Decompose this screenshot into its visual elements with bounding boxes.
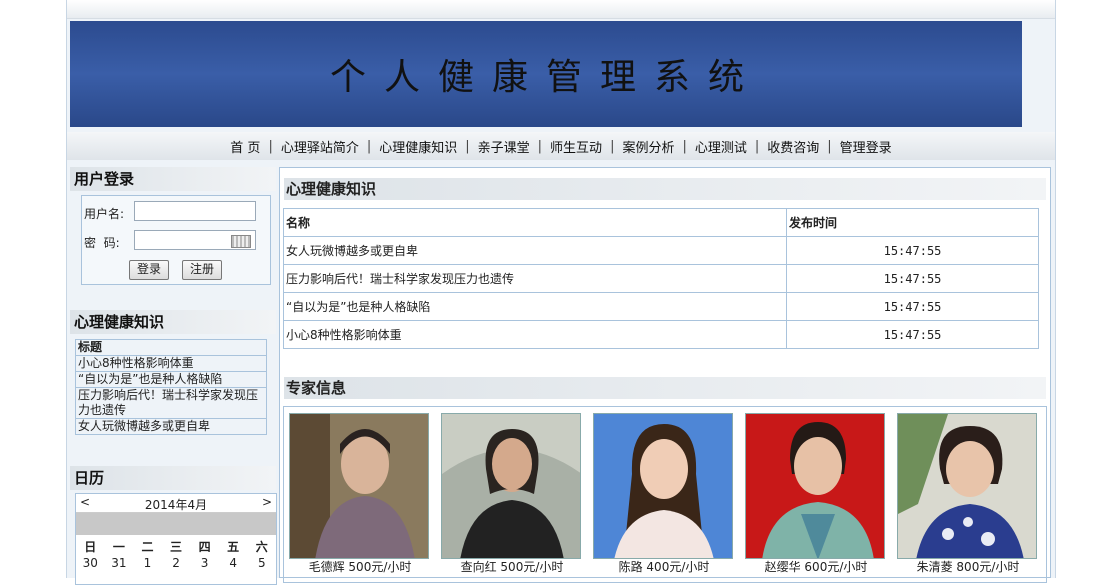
expert-caption: 查向红 500元/小时 [460, 560, 564, 574]
keyboard-icon[interactable] [231, 235, 251, 248]
login-box: 用户名: 密 码: 登录 注册 [81, 195, 271, 285]
expert-photo[interactable] [897, 413, 1037, 559]
site-title: 个人健康管理系统 [329, 57, 762, 98]
weekday-label: 一 [112, 540, 125, 554]
table-row[interactable]: “自以为是”也是种人格缺陷 15:47:55 [283, 292, 1039, 321]
calendar-day[interactable]: 2 [162, 556, 191, 570]
table-row[interactable]: 女人玩微博越多或更自卑 15:47:55 [283, 236, 1039, 265]
calendar-day[interactable]: 3 [190, 556, 219, 570]
weekday-label: 六 [255, 540, 268, 554]
experts-heading: 专家信息 [284, 377, 1046, 399]
expert-photo[interactable] [289, 413, 429, 559]
username-label: 用户名: [84, 207, 125, 221]
list-item[interactable]: 女人玩微博越多或更自卑 [75, 418, 267, 435]
sidebar: 用户登录 用户名: 密 码: 登录 注册 心理健康知识 标题 小心8种性格影响体… [70, 167, 277, 585]
article-title[interactable]: 女人玩微博越多或更自卑 [283, 236, 787, 265]
username-input[interactable] [134, 201, 256, 221]
calendar-day[interactable]: 5 [247, 556, 276, 570]
password-label: 密 码: [84, 236, 120, 250]
article-time: 15:47:55 [786, 292, 1039, 321]
calendar-weekdays: 日 一 二 三 四 五 六 [76, 538, 276, 555]
expert-caption: 毛德辉 500元/小时 [308, 560, 412, 574]
list-item[interactable]: “自以为是”也是种人格缺陷 [75, 371, 267, 388]
side-knowledge-table: 标题 小心8种性格影响体重 “自以为是”也是种人格缺陷 压力影响后代！瑞士科学家… [75, 339, 267, 435]
calendar-day[interactable]: 1 [133, 556, 162, 570]
expert-portrait-image [594, 414, 732, 558]
calendar-month: 2014年4月 [144, 498, 208, 512]
expert-card[interactable]: 赵缨华 600元/小时 [745, 413, 887, 574]
weekday-label: 四 [198, 540, 211, 554]
expert-portrait-image [898, 414, 1036, 558]
expert-portrait-image [442, 414, 580, 558]
experts-panel: 毛德辉 500元/小时 查向红 500元/小时 陈路 400元/小时 赵缨华 6… [283, 406, 1047, 583]
site-banner: 个人健康管理系统 [70, 21, 1022, 127]
nav-interaction[interactable]: 师生互动 [548, 137, 604, 156]
weekday-label: 日 [84, 540, 97, 554]
expert-caption: 赵缨华 600元/小时 [764, 560, 868, 574]
calendar-day[interactable]: 31 [105, 556, 134, 570]
calendar-day[interactable]: 4 [219, 556, 248, 570]
list-item[interactable]: 压力影响后代！瑞士科学家发现压力也遗传 [75, 387, 267, 419]
main-nav: 首 页 | 心理驿站简介 | 心理健康知识 | 亲子课堂 | 师生互动 | 案例分析 | 心… [67, 132, 1055, 160]
article-time: 15:47:55 [786, 320, 1039, 349]
expert-card[interactable]: 陈路 400元/小时 [593, 413, 735, 574]
expert-photo[interactable] [441, 413, 581, 559]
main-content: 心理健康知识 名称 发布时间 女人玩微博越多或更自卑 15:47:55 压力影响… [279, 167, 1051, 583]
expert-card[interactable]: 朱清菱 800元/小时 [897, 413, 1039, 574]
col-time-header: 发布时间 [786, 208, 1039, 237]
register-button[interactable]: 注册 [182, 260, 222, 280]
expert-caption: 陈路 400元/小时 [618, 560, 710, 574]
calendar-next-button[interactable]: > [262, 495, 272, 509]
nav-intro[interactable]: 心理驿站简介 [279, 137, 361, 156]
calendar-week-row: 30 31 1 2 3 4 5 [76, 556, 276, 570]
knowledge-table: 名称 发布时间 女人玩微博越多或更自卑 15:47:55 压力影响后代！瑞士科学… [283, 208, 1039, 349]
calendar-bar [76, 513, 276, 535]
top-strip [67, 0, 1055, 19]
weekday-label: 五 [227, 540, 240, 554]
nav-parenting[interactable]: 亲子课堂 [476, 137, 532, 156]
weekday-label: 三 [170, 540, 183, 554]
expert-portrait-image [290, 414, 428, 558]
calendar-header: < 2014年4月 > [76, 494, 276, 513]
password-input[interactable] [134, 230, 256, 250]
article-title[interactable]: 压力影响后代！瑞士科学家发现压力也遗传 [283, 264, 787, 293]
expert-caption: 朱清菱 800元/小时 [916, 560, 1020, 574]
side-column-header: 标题 [75, 339, 267, 356]
login-heading: 用户登录 [70, 167, 276, 191]
calendar-day[interactable]: 30 [76, 556, 105, 570]
nav-admin[interactable]: 管理登录 [838, 137, 894, 156]
expert-photo[interactable] [593, 413, 733, 559]
article-time: 15:47:55 [786, 264, 1039, 293]
nav-consult[interactable]: 收费咨询 [765, 137, 821, 156]
calendar-heading: 日历 [70, 466, 276, 490]
article-title[interactable]: “自以为是”也是种人格缺陷 [283, 292, 787, 321]
nav-tests[interactable]: 心理测试 [693, 137, 749, 156]
expert-card[interactable]: 毛德辉 500元/小时 [289, 413, 431, 574]
expert-photo[interactable] [745, 413, 885, 559]
main-knowledge-heading: 心理健康知识 [284, 178, 1046, 200]
nav-knowledge[interactable]: 心理健康知识 [377, 137, 459, 156]
table-row[interactable]: 小心8种性格影响体重 15:47:55 [283, 320, 1039, 349]
col-name-header: 名称 [283, 208, 787, 237]
expert-portrait-image [746, 414, 884, 558]
list-item[interactable]: 小心8种性格影响体重 [75, 355, 267, 372]
side-knowledge-heading: 心理健康知识 [70, 310, 276, 334]
article-time: 15:47:55 [786, 236, 1039, 265]
page-frame: 个人健康管理系统 首 页 | 心理驿站简介 | 心理健康知识 | 亲子课堂 | 师生互动… [66, 0, 1056, 585]
expert-card[interactable]: 查向红 500元/小时 [441, 413, 583, 574]
nav-home[interactable]: 首 页 [228, 137, 262, 156]
article-title[interactable]: 小心8种性格影响体重 [283, 320, 787, 349]
weekday-label: 二 [141, 540, 154, 554]
calendar: < 2014年4月 > 日 一 二 三 四 五 六 30 31 1 2 3 4 [75, 493, 277, 585]
table-row[interactable]: 压力影响后代！瑞士科学家发现压力也遗传 15:47:55 [283, 264, 1039, 293]
nav-cases[interactable]: 案例分析 [620, 137, 676, 156]
login-button[interactable]: 登录 [129, 260, 169, 280]
